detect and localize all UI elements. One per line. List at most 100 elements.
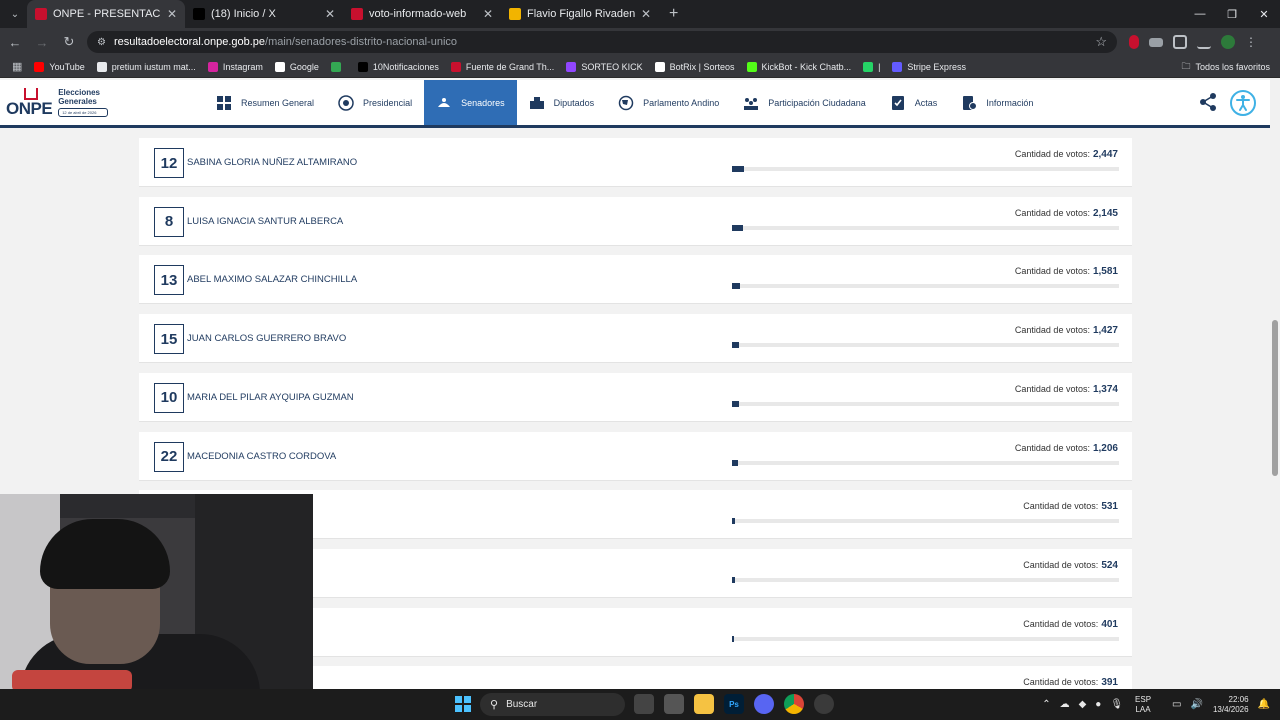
other-app-icon[interactable] (814, 694, 834, 714)
restore-button[interactable]: ❐ (1216, 0, 1248, 28)
browser-tab[interactable]: (18) Inicio / X ✕ (185, 0, 343, 28)
clock-time: 22:06 (1228, 694, 1249, 704)
network-icon[interactable]: ▭ (1172, 699, 1181, 710)
menu-item-presidencial[interactable]: Presidencial (326, 80, 424, 125)
site-header: ONPE Elecciones Generales 12 de abril de… (0, 80, 1270, 128)
votes-bar-fill (732, 283, 740, 290)
logo-text: Elecciones Generales 12 de abril de 2026 (58, 88, 109, 117)
candidate-row[interactable]: 12 SABINA GLORIA NUÑEZ ALTAMIRANO Cantidad… (139, 138, 1132, 187)
votes-count: Cantidad de votos: 391 (1023, 677, 1118, 688)
bookmark-item[interactable]: Stripe Express (892, 61, 966, 72)
media-control-icon[interactable] (1197, 35, 1211, 49)
menu-item-participaci-n-ciudadana[interactable]: Participación Ciudadana (731, 80, 878, 125)
page-scrollbar[interactable] (1270, 80, 1280, 689)
security-icon[interactable]: ◆ (1079, 699, 1087, 710)
browser-tab[interactable]: Flavio Figallo Rivadeneyra es el ✕ (501, 0, 659, 28)
profile-avatar[interactable] (1221, 35, 1235, 49)
tab-close-icon[interactable]: ✕ (483, 7, 493, 21)
search-icon: ⚲ (490, 699, 499, 711)
bookmark-item[interactable]: Fuente de Grand Th... (450, 61, 554, 72)
close-window-button[interactable]: ✕ (1248, 0, 1280, 28)
bookmark-item[interactable]: | (863, 61, 880, 72)
menu-item-parlamento-andino[interactable]: Parlamento Andino (606, 80, 731, 125)
forward-button[interactable]: → (30, 30, 54, 54)
accessibility-button[interactable] (1230, 90, 1256, 116)
chrome-menu-icon[interactable]: ⋮ (1245, 35, 1257, 49)
share-icon[interactable] (1198, 92, 1218, 112)
tab-title: (18) Inicio / X (211, 8, 276, 20)
menu-item-actas[interactable]: Actas (878, 80, 950, 125)
apps-grid-icon[interactable]: ▦ (12, 60, 22, 73)
notifications-icon[interactable]: 🔔 (1258, 699, 1270, 710)
bookmark-label: Google (289, 61, 319, 72)
menu-item-resumen-general[interactable]: Resumen General (204, 80, 326, 125)
bookmark-item[interactable]: Google (274, 61, 319, 72)
bookmark-item[interactable] (330, 61, 346, 72)
minimize-button[interactable]: — (1184, 0, 1216, 28)
scrollbar-thumb[interactable] (1272, 320, 1278, 476)
candidate-row[interactable]: 22 MACEDONIA CASTRO CORDOVA Cantidad de vo… (139, 431, 1132, 481)
candidate-row[interactable]: 8 LUISA IGNACIA SANTUR ALBERCA Cantidad de… (139, 196, 1132, 246)
bookmark-star-icon[interactable]: ☆ (1095, 34, 1107, 50)
microphone-icon[interactable]: 🎙 (1110, 699, 1123, 710)
site-info-icon[interactable]: ⚙ (97, 37, 106, 48)
candidate-row[interactable]: 15 JUAN CARLOS GUERRERO BRAVO Cantidad de … (139, 314, 1132, 364)
start-button[interactable] (455, 696, 471, 712)
new-tab-button[interactable]: + (669, 5, 678, 23)
tray-overflow-icon[interactable]: ⌃ (1042, 699, 1050, 710)
address-bar[interactable]: ⚙ resultadoelectoral.onpe.gob.pe /main/s… (87, 31, 1117, 53)
bookmark-label: pretium iustum mat... (111, 61, 196, 72)
onpe-mark: ONPE (6, 88, 53, 117)
bookmark-item[interactable]: YouTube (34, 61, 85, 72)
extension-red-icon[interactable] (1129, 35, 1139, 49)
file-app-icon[interactable] (664, 694, 684, 714)
bookmark-item[interactable]: 10Notificaciones (357, 61, 439, 72)
tab-close-icon[interactable]: ✕ (167, 7, 177, 21)
votes-bar-track (732, 224, 1119, 231)
file-explorer-icon[interactable] (694, 694, 714, 714)
menu-item-senadores[interactable]: Senadores (424, 80, 517, 125)
webcam-microphone (12, 670, 132, 689)
back-button[interactable]: ← (3, 30, 27, 54)
seal-icon (338, 94, 354, 111)
tab-close-icon[interactable]: ✕ (325, 7, 335, 21)
taskbar-search[interactable]: ⚲ Buscar (480, 693, 625, 716)
bookmark-item[interactable]: SORTEO KICK (566, 61, 643, 72)
main-menu: Resumen General Presidencial Senadores Dipu… (204, 80, 1045, 125)
task-view-icon[interactable] (634, 694, 654, 714)
browser-tab-bar: ⌄ ONPE - PRESENTACIÓN DE RES✕(18) Inicio… (0, 0, 1280, 28)
app-tray-icon[interactable]: ● (1095, 699, 1101, 710)
votes-bar-fill (732, 518, 735, 525)
bookmark-item[interactable]: pretium iustum mat... (96, 61, 196, 72)
cloud-icon[interactable]: ☁ (1060, 699, 1070, 710)
chrome-icon[interactable] (784, 694, 804, 714)
extensions-puzzle-icon[interactable] (1173, 35, 1187, 49)
browser-tab[interactable]: ONPE - PRESENTACIÓN DE RES ✕ (27, 0, 185, 28)
menu-item-label: Participación Ciudadana (768, 97, 866, 108)
tab-close-icon[interactable]: ✕ (641, 7, 651, 21)
menu-item-diputados[interactable]: Diputados (517, 80, 607, 125)
reload-button[interactable]: ↻ (57, 30, 81, 54)
bookmark-item[interactable]: KickBot - Kick Chatb... (746, 61, 851, 72)
all-bookmarks-folder[interactable]: 🗀 Todos los favoritos (1181, 59, 1270, 75)
votes-count: Cantidad de votos: 524 (1023, 560, 1118, 571)
window-controls: — ❐ ✕ (1184, 0, 1280, 28)
candidate-name: LUISA IGNACIA SANTUR ALBERCA (187, 215, 344, 227)
tab-search-button[interactable]: ⌄ (3, 4, 27, 24)
candidate-row[interactable]: 10 MARIA DEL PILAR AYQUIPA GUZMAN Cantidad… (139, 372, 1132, 422)
volume-icon[interactable]: 🔊 (1191, 699, 1203, 710)
accessibility-icon (1230, 90, 1256, 116)
photoshop-icon[interactable]: Ps (724, 694, 744, 714)
bookmark-item[interactable]: Instagram (207, 61, 263, 72)
discord-icon[interactable] (754, 694, 774, 714)
votes-label-text: Cantidad de votos: (1023, 501, 1099, 512)
clock[interactable]: 22:06 13/4/2026 (1213, 695, 1249, 715)
menu-item-informaci-n[interactable]: Información (949, 80, 1045, 125)
votes-count: Cantidad de votos: 2,145 (1015, 208, 1118, 219)
language-indicator[interactable]: ESP LAA (1135, 695, 1151, 715)
browser-tab[interactable]: voto-informado-web ✕ (343, 0, 501, 28)
candidate-row[interactable]: 13 ABEL MAXIMO SALAZAR CHINCHILLA Cantidad… (139, 255, 1132, 305)
extension-card-icon[interactable] (1149, 37, 1163, 47)
bookmark-item[interactable]: BotRix | Sorteos (654, 61, 735, 72)
onpe-logo[interactable]: ONPE Elecciones Generales 12 de abril de… (6, 88, 196, 117)
